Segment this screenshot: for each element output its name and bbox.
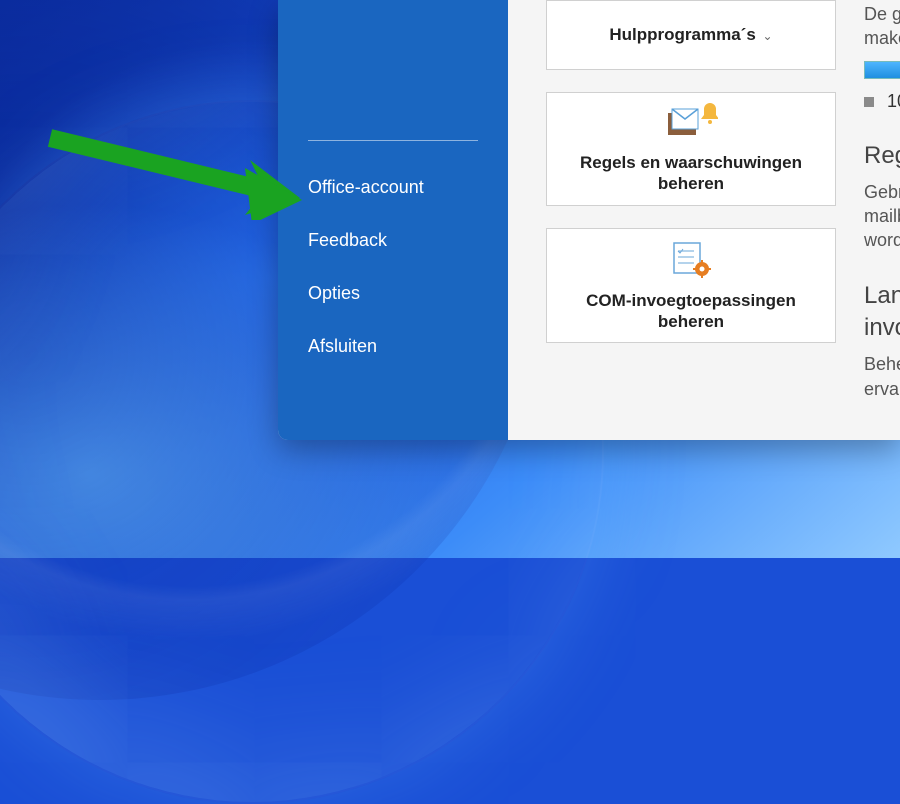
- tile-hulpprogrammas[interactable]: Hulpprogramma´s ⌄: [546, 0, 836, 70]
- section-heading: Rege: [864, 142, 900, 170]
- tile-label: Regels en waarschuwingen beheren: [559, 152, 823, 195]
- text-fragment: Gebru: [864, 180, 900, 204]
- sidebar-divider: [308, 140, 478, 141]
- section-heading: invoe: [864, 314, 900, 342]
- text-fragment: Behee: [864, 352, 900, 376]
- text-fragment: maker: [864, 26, 900, 50]
- tile-regels-en-waarschuwingen[interactable]: Regels en waarschuwingen beheren: [546, 92, 836, 206]
- sidebar-item-office-account[interactable]: Office-account: [308, 161, 478, 214]
- text-fragment: 10: [887, 91, 900, 111]
- tile-com-invoegtoepassingen[interactable]: COM-invoegtoepassingen beheren: [546, 228, 836, 344]
- section-heading: Lang: [864, 282, 900, 310]
- sidebar-item-opties[interactable]: Opties: [308, 267, 478, 320]
- sidebar-item-feedback[interactable]: Feedback: [308, 214, 478, 267]
- bullet-icon: [864, 97, 874, 107]
- tile-label: COM-invoegtoepassingen beheren: [559, 290, 823, 333]
- tile-label: Hulpprogramma´s: [609, 25, 755, 44]
- text-fragment: mailbe: [864, 204, 900, 228]
- backstage-sidebar: Office-account Feedback Opties Afsluiten: [278, 0, 508, 440]
- text-fragment: De gro: [864, 2, 900, 26]
- outlook-backstage-window: Office-account Feedback Opties Afsluiten…: [278, 0, 900, 440]
- sidebar-spacer: [308, 0, 478, 140]
- progress-chip: [864, 61, 900, 79]
- com-addins-icon: [668, 239, 714, 284]
- tile-column: Hulpprogramma´s ⌄ Regels en waarschuwing…: [546, 0, 836, 440]
- sidebar-item-afsluiten[interactable]: Afsluiten: [308, 320, 478, 373]
- backstage-main: Hulpprogramma´s ⌄ Regels en waarschuwing…: [508, 0, 900, 440]
- info-column: De gro maker 10 Rege Gebru mailbe worde …: [864, 0, 900, 440]
- rules-alerts-icon: [664, 103, 718, 146]
- text-fragment: worde: [864, 228, 900, 252]
- text-fragment: ervari: [864, 377, 900, 401]
- chevron-down-icon: ⌄: [763, 29, 773, 43]
